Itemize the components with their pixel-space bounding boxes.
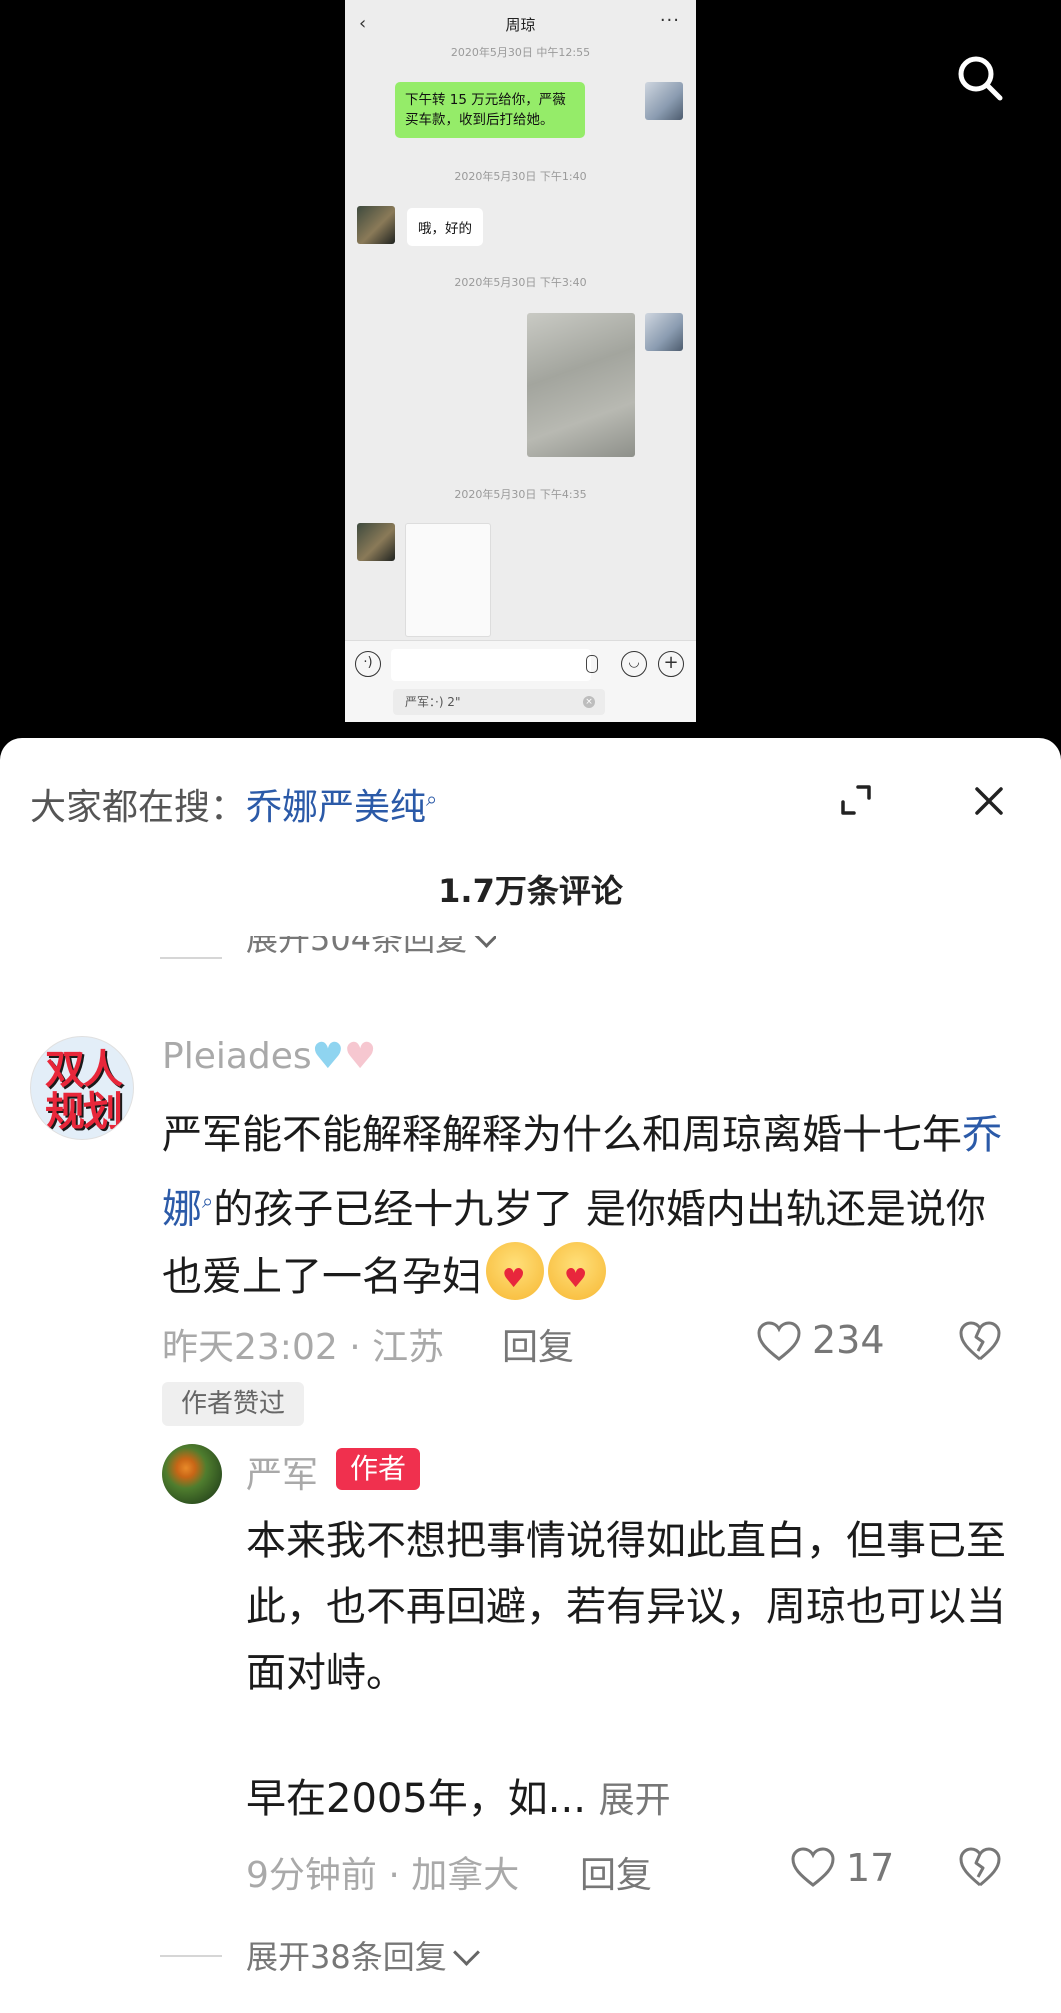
avatar [357, 523, 395, 561]
username-text: Pleiades [162, 1036, 312, 1077]
chat-timestamp: 2020年5月30日 下午3:40 [454, 276, 587, 289]
reply-meta: 9分钟前 · 加拿大 [246, 1855, 520, 1896]
hot-search-keyword[interactable]: 乔娜严美纯 [246, 787, 426, 828]
emoji-icon [486, 1242, 544, 1301]
divider [160, 957, 222, 959]
avatar [357, 206, 395, 244]
chevron-down-icon [452, 1939, 480, 1966]
reply-text-preview: 早在2005年，如... 展开 [246, 1766, 671, 1824]
chat-input-bar: ·) ◡ + 严军：·) 2" × [345, 640, 696, 722]
chevron-down-icon [473, 936, 497, 948]
chat-message-out: 下午转 15 万元给你，严薇买车款，收到后打给她。 [395, 82, 585, 138]
image-message [527, 313, 635, 457]
comment-count: 1.7万条评论 [438, 872, 623, 910]
comment-username[interactable]: Pleiades♥♥ [162, 1036, 376, 1077]
author-tag: 作者 [336, 1448, 420, 1490]
chat-timestamp: 2020年5月30日 下午4:35 [454, 488, 587, 501]
avatar-text: 双人规划 [45, 1047, 123, 1135]
quoted-message: 严军：·) 2" × [393, 689, 605, 715]
like-count: 17 [846, 1846, 895, 1890]
broken-heart-icon[interactable] [958, 1846, 1002, 1888]
expand-text-button[interactable]: 展开 [599, 1780, 671, 1821]
search-icon: ⌕ [202, 1189, 214, 1213]
reply-text-part: 早在2005年，如... [246, 1776, 586, 1822]
emoji-icon: ◡ [621, 651, 647, 677]
image-message [405, 523, 491, 637]
comment-text: 严军能不能解释解释为什么和周琼离婚十七年乔娜⌕的孩子已经十九岁了 是你婚内出轨还… [162, 1102, 1022, 1310]
quote-text: 严军：·) 2" [405, 695, 461, 709]
chat-screenshot: ‹ 周琼 ··· 2020年5月30日 中午12:55 下午转 15 万元给你，… [345, 0, 696, 722]
heart-icon[interactable] [756, 1320, 802, 1362]
broken-heart-icon[interactable] [958, 1320, 1002, 1362]
expand-replies-label: 展开38条回复 [246, 1938, 447, 1976]
mic-icon [586, 655, 598, 673]
reply-button[interactable]: 回复 [502, 1318, 574, 1370]
chat-title: 周琼 [505, 16, 536, 34]
reply-button[interactable]: 回复 [580, 1846, 652, 1898]
search-icon[interactable] [956, 54, 1004, 102]
plus-icon: + [658, 651, 684, 677]
avatar[interactable] [162, 1444, 222, 1504]
voice-icon: ·) [355, 651, 381, 677]
avatar [645, 82, 683, 120]
search-icon: ⌕ [426, 787, 438, 811]
like-count: 234 [812, 1318, 885, 1362]
heart-icon[interactable] [790, 1846, 836, 1888]
avatar [645, 313, 683, 351]
heart-icon: ♥ [343, 1036, 377, 1077]
author-liked-badge: 作者赞过 [162, 1382, 304, 1426]
chat-timestamp: 2020年5月30日 中午12:55 [450, 46, 591, 59]
more-icon: ··· [659, 10, 680, 31]
divider [160, 1955, 222, 1957]
comment-text-part: 严军能不能解释解释为什么和周琼离婚十七年 [162, 1112, 962, 1158]
chat-input [391, 649, 591, 681]
expand-replies-button[interactable]: 展开38条回复 [246, 1932, 480, 1978]
hot-search-bar[interactable]: 大家都在搜：乔娜严美纯⌕ [30, 778, 437, 830]
expand-icon[interactable] [838, 782, 874, 818]
chat-timestamp: 2020年5月30日 下午1:40 [454, 170, 587, 183]
close-icon[interactable] [972, 784, 1006, 818]
close-icon: × [583, 696, 595, 708]
heart-icon: ♥ [311, 1036, 344, 1077]
emoji-icon [548, 1242, 606, 1301]
avatar[interactable]: 双人规划 [30, 1036, 134, 1140]
expand-replies-button[interactable]: 展开504条回复 [246, 936, 497, 976]
comment-meta: 昨天23:02 · 江苏 [162, 1327, 445, 1368]
chat-header: ‹ 周琼 ··· [345, 0, 696, 50]
chat-message-in: 哦，好的 [407, 208, 483, 246]
hot-search-label: 大家都在搜： [30, 787, 247, 828]
reply-text: 本来我不想把事情说得如此直白，但事已至此，也不再回避，若有异议，周琼也可以当面对… [246, 1518, 1006, 1696]
reply-username[interactable]: 严军 [246, 1446, 318, 1498]
expand-replies-label: 展开504条回复 [246, 936, 468, 958]
